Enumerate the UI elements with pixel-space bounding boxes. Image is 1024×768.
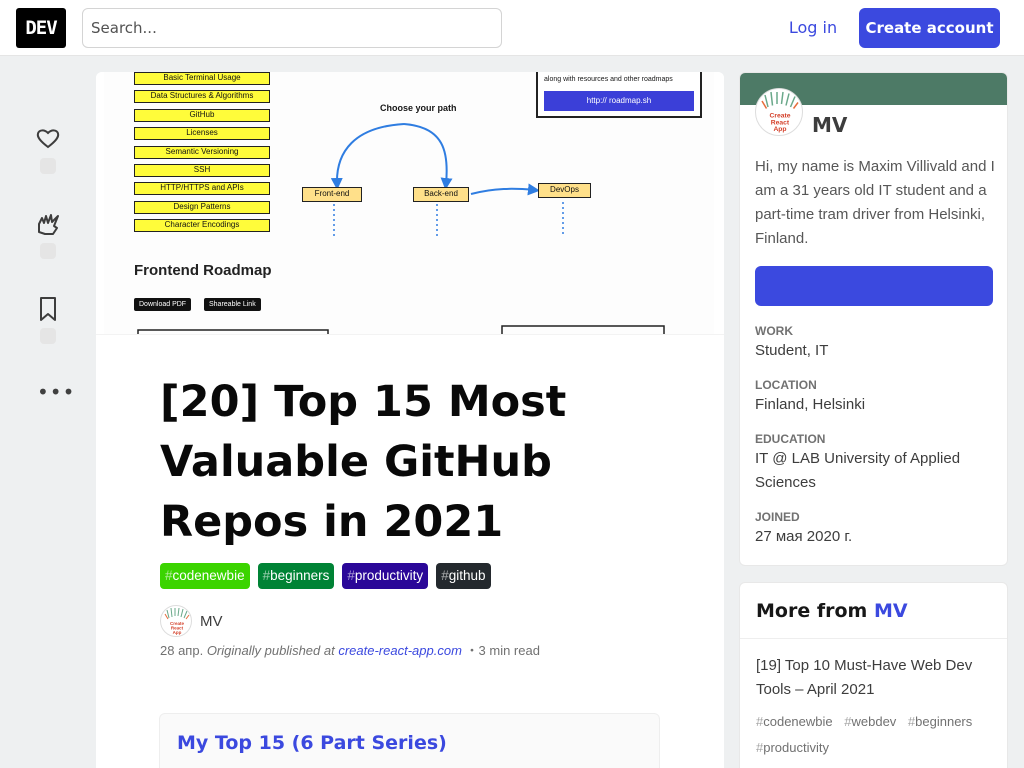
education-label: Education	[755, 432, 826, 446]
work-value: Student, IT	[755, 342, 829, 359]
dev-logo[interactable]: DEV	[16, 8, 66, 48]
read-time: ・3 min read	[465, 643, 540, 658]
more-post-title[interactable]: [19] Top 10 Must-Have Web Dev Tools – Ap…	[756, 654, 996, 702]
article-title: [20] Top 15 Most Valuable GitHub Repos i…	[160, 377, 567, 547]
more-from-title: More from MV	[756, 600, 908, 622]
shareable-link-pill: Shareable Link	[204, 298, 261, 311]
top-header: DEV Log in Create account	[0, 0, 1024, 56]
profile-education: Education IT @ LAB University of Applied…	[755, 432, 995, 495]
cover-image: Basic Terminal Usage Data Structures & A…	[96, 72, 724, 335]
joined-value: 27 мая 2020 г.	[755, 528, 853, 545]
more-post-tags: #codenewbie #webdev #beginners #producti…	[756, 709, 1001, 761]
create-react-app-logo: Create React App	[164, 607, 190, 635]
more-from-header: More from MV	[740, 583, 1007, 639]
svg-text:App: App	[773, 126, 786, 133]
series-title[interactable]: My Top 15 (6 Part Series)	[177, 732, 447, 754]
source-link[interactable]: create-react-app.com	[338, 643, 462, 658]
roadmap-promo: along with resources and other roadmaps …	[536, 72, 702, 118]
search-input[interactable]	[82, 8, 502, 48]
path-devops: DevOps	[538, 183, 591, 198]
create-react-app-logo: Create React App	[761, 91, 799, 133]
heart-icon	[36, 129, 60, 149]
series-box: My Top 15 (6 Part Series)	[159, 713, 660, 768]
publish-date: 28 апр.	[160, 643, 204, 658]
cover-title: Frontend Roadmap	[134, 262, 272, 279]
joined-label: Joined	[755, 510, 800, 524]
unicorn-icon	[38, 214, 59, 235]
location-label: Location	[755, 378, 817, 392]
more-tag[interactable]: #productivity	[756, 740, 829, 755]
author-name[interactable]: MV	[200, 613, 223, 630]
profile-name[interactable]: MV	[812, 113, 847, 137]
tag-github[interactable]: #github	[436, 563, 491, 589]
work-label: Work	[755, 324, 793, 338]
location-value: Finland, Helsinki	[755, 396, 866, 413]
path-backend: Back-end	[413, 187, 469, 202]
more-from-card: More from MV [19] Top 10 Must-Have Web D…	[739, 582, 1008, 768]
avatar[interactable]: Create React App	[755, 88, 803, 136]
like-action[interactable]	[32, 124, 64, 152]
profile-work: Work Student, IT	[755, 324, 995, 363]
path-frontend: Front-end	[302, 187, 362, 202]
tag-codenewbie[interactable]: #codenewbie	[160, 563, 250, 589]
follow-button[interactable]	[755, 266, 993, 306]
profile-bio: Hi, my name is Maxim Villivald and I am …	[755, 158, 995, 247]
login-link[interactable]: Log in	[778, 8, 848, 48]
roadmap-illustration: Basic Terminal Usage Data Structures & A…	[104, 72, 714, 334]
roadmap-link: http:// roadmap.sh	[544, 91, 694, 111]
originally-published: Originally published at	[206, 643, 335, 658]
more-tag[interactable]: #webdev	[844, 714, 896, 729]
create-account-button[interactable]: Create account	[859, 8, 1000, 48]
unicorn-action[interactable]	[32, 210, 64, 238]
profile-joined: Joined 27 мая 2020 г.	[755, 510, 995, 549]
avatar[interactable]: Create React App	[160, 605, 192, 637]
more-tag[interactable]: #codenewbie	[756, 714, 833, 729]
bookmark-count	[40, 328, 56, 344]
unicorn-count	[40, 243, 56, 259]
bookmark-icon	[40, 297, 56, 321]
profile-location: Location Finland, Helsinki	[755, 378, 995, 417]
tag-beginners[interactable]: #beginners	[257, 563, 335, 589]
like-count	[40, 158, 56, 174]
article-tags: #codenewbie #beginners #productivity #gi…	[160, 563, 491, 589]
more-from-author[interactable]: MV	[874, 600, 908, 622]
education-value: IT @ LAB University of Applied Sciences	[755, 450, 961, 491]
roadmap-note: along with resources and other roadmaps	[544, 76, 673, 83]
tag-productivity[interactable]: #productivity	[342, 563, 429, 589]
svg-text:App: App	[173, 630, 182, 635]
more-tag[interactable]: #beginners	[908, 714, 972, 729]
download-pdf-pill: Download PDF	[134, 298, 192, 311]
more-icon[interactable]: •••	[37, 380, 75, 404]
article-meta: 28 апр. Originally published at create-r…	[160, 640, 540, 659]
bookmark-action[interactable]	[32, 295, 64, 323]
author-profile-card: Create React App MV Hi, my name is Maxim…	[739, 72, 1008, 566]
article-card: Basic Terminal Usage Data Structures & A…	[96, 72, 724, 768]
author-row[interactable]: Create React App MV	[160, 605, 223, 637]
